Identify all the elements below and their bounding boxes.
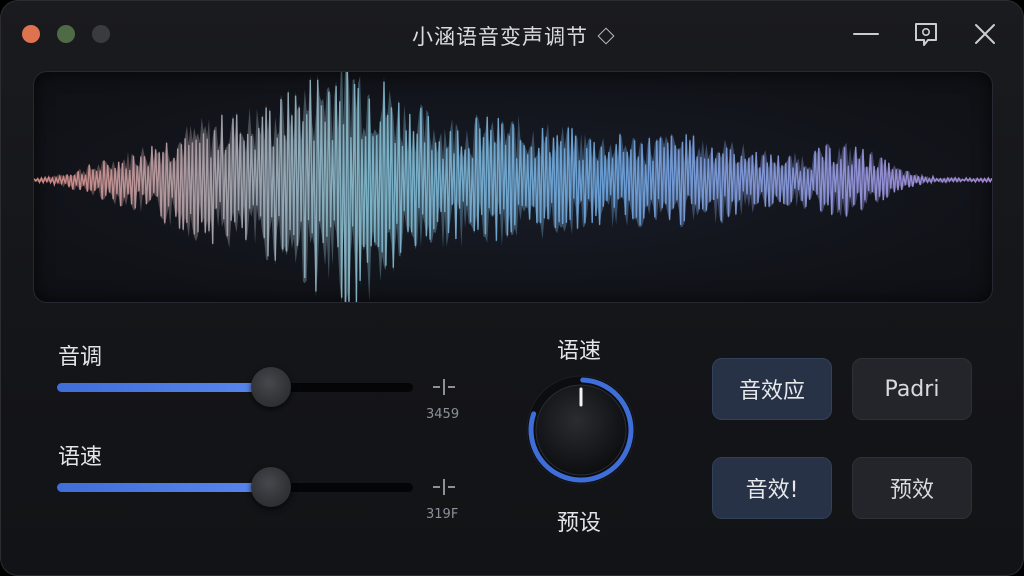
pitch-slider-thumb[interactable]: [250, 367, 291, 407]
speed-label: 语速: [58, 445, 103, 470]
title-bar[interactable]: 小涵语音变声调节: [1, 1, 1023, 67]
speed-value: 319F: [426, 507, 459, 522]
window-title-text: 小涵语音变声调节: [412, 25, 588, 49]
close-icon: [975, 24, 995, 44]
knob-dial-icon: [526, 375, 636, 485]
close-button[interactable]: [970, 19, 1000, 49]
tick-icon: [433, 479, 455, 495]
tick-icon: [433, 379, 455, 395]
minimize-button[interactable]: [851, 19, 881, 49]
pitch-slider-track[interactable]: [57, 383, 413, 392]
speed-slider-track[interactable]: [57, 483, 413, 492]
pitch-slider-fill: [57, 383, 271, 392]
knob-bottom-label: 预设: [557, 511, 602, 536]
speed-slider-thumb[interactable]: [250, 467, 291, 507]
feedback-button[interactable]: [911, 19, 941, 49]
chat-bubble-icon: [915, 23, 937, 46]
waveform-graphic: [34, 72, 992, 302]
app-window: 小涵语音变声调节 音调 3459 语速 319F 语速 预设 音效应 Padri…: [0, 0, 1024, 576]
knob-top-label: 语速: [557, 339, 602, 364]
effect-button[interactable]: 音效!: [712, 457, 832, 519]
minimize-icon: [853, 33, 879, 35]
waveform-display: [33, 71, 993, 303]
effect-apply-button[interactable]: 音效应: [712, 358, 832, 420]
pitch-value: 3459: [426, 407, 460, 422]
speed-knob[interactable]: [524, 373, 638, 487]
pitch-label: 音调: [58, 345, 103, 370]
diamond-icon: [597, 27, 615, 45]
padri-button[interactable]: Padri: [852, 358, 972, 420]
preset-effect-button[interactable]: 预效: [852, 457, 972, 519]
speed-slider-fill: [57, 483, 271, 492]
